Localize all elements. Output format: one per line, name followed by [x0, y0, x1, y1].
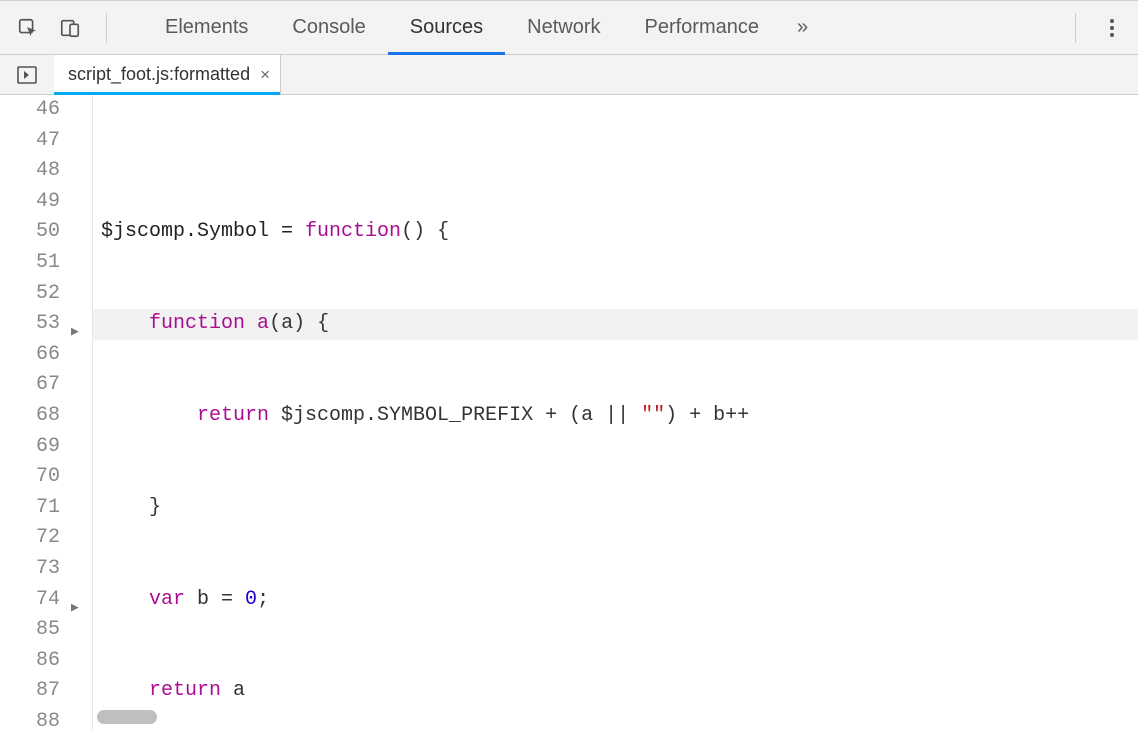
separator — [106, 13, 107, 43]
tab-network[interactable]: Network — [505, 1, 622, 54]
file-tab-label: script_foot.js:formatted — [68, 64, 250, 85]
file-tab[interactable]: script_foot.js:formatted × — [54, 55, 281, 94]
tab-console[interactable]: Console — [270, 1, 387, 54]
code-area[interactable]: $jscomp.Symbol = function() { function a… — [92, 95, 1138, 730]
close-icon[interactable]: × — [260, 65, 270, 85]
kebab-menu-icon[interactable] — [1098, 14, 1126, 42]
inspect-icon[interactable] — [14, 14, 42, 42]
fold-column: ▶▶ — [68, 95, 92, 730]
device-toggle-icon[interactable] — [56, 14, 84, 42]
horizontal-scrollbar[interactable] — [97, 710, 157, 724]
fold-arrow-icon[interactable]: ▶ — [71, 317, 79, 348]
tab-overflow[interactable]: » — [781, 1, 824, 54]
panel-tabs: Elements Console Sources Network Perform… — [143, 1, 824, 54]
devtools-toolbar: Elements Console Sources Network Perform… — [0, 1, 1138, 55]
line-gutter: 4647484950515253666768697071727374858687… — [0, 95, 68, 730]
file-tabstrip: script_foot.js:formatted × — [0, 55, 1138, 95]
code-editor[interactable]: 4647484950515253666768697071727374858687… — [0, 95, 1138, 730]
navigator-toggle-icon[interactable] — [12, 66, 42, 84]
tab-performance[interactable]: Performance — [623, 1, 782, 54]
separator — [1075, 13, 1076, 43]
tab-elements[interactable]: Elements — [143, 1, 270, 54]
tab-sources[interactable]: Sources — [388, 1, 505, 54]
fold-arrow-icon[interactable]: ▶ — [71, 593, 79, 624]
